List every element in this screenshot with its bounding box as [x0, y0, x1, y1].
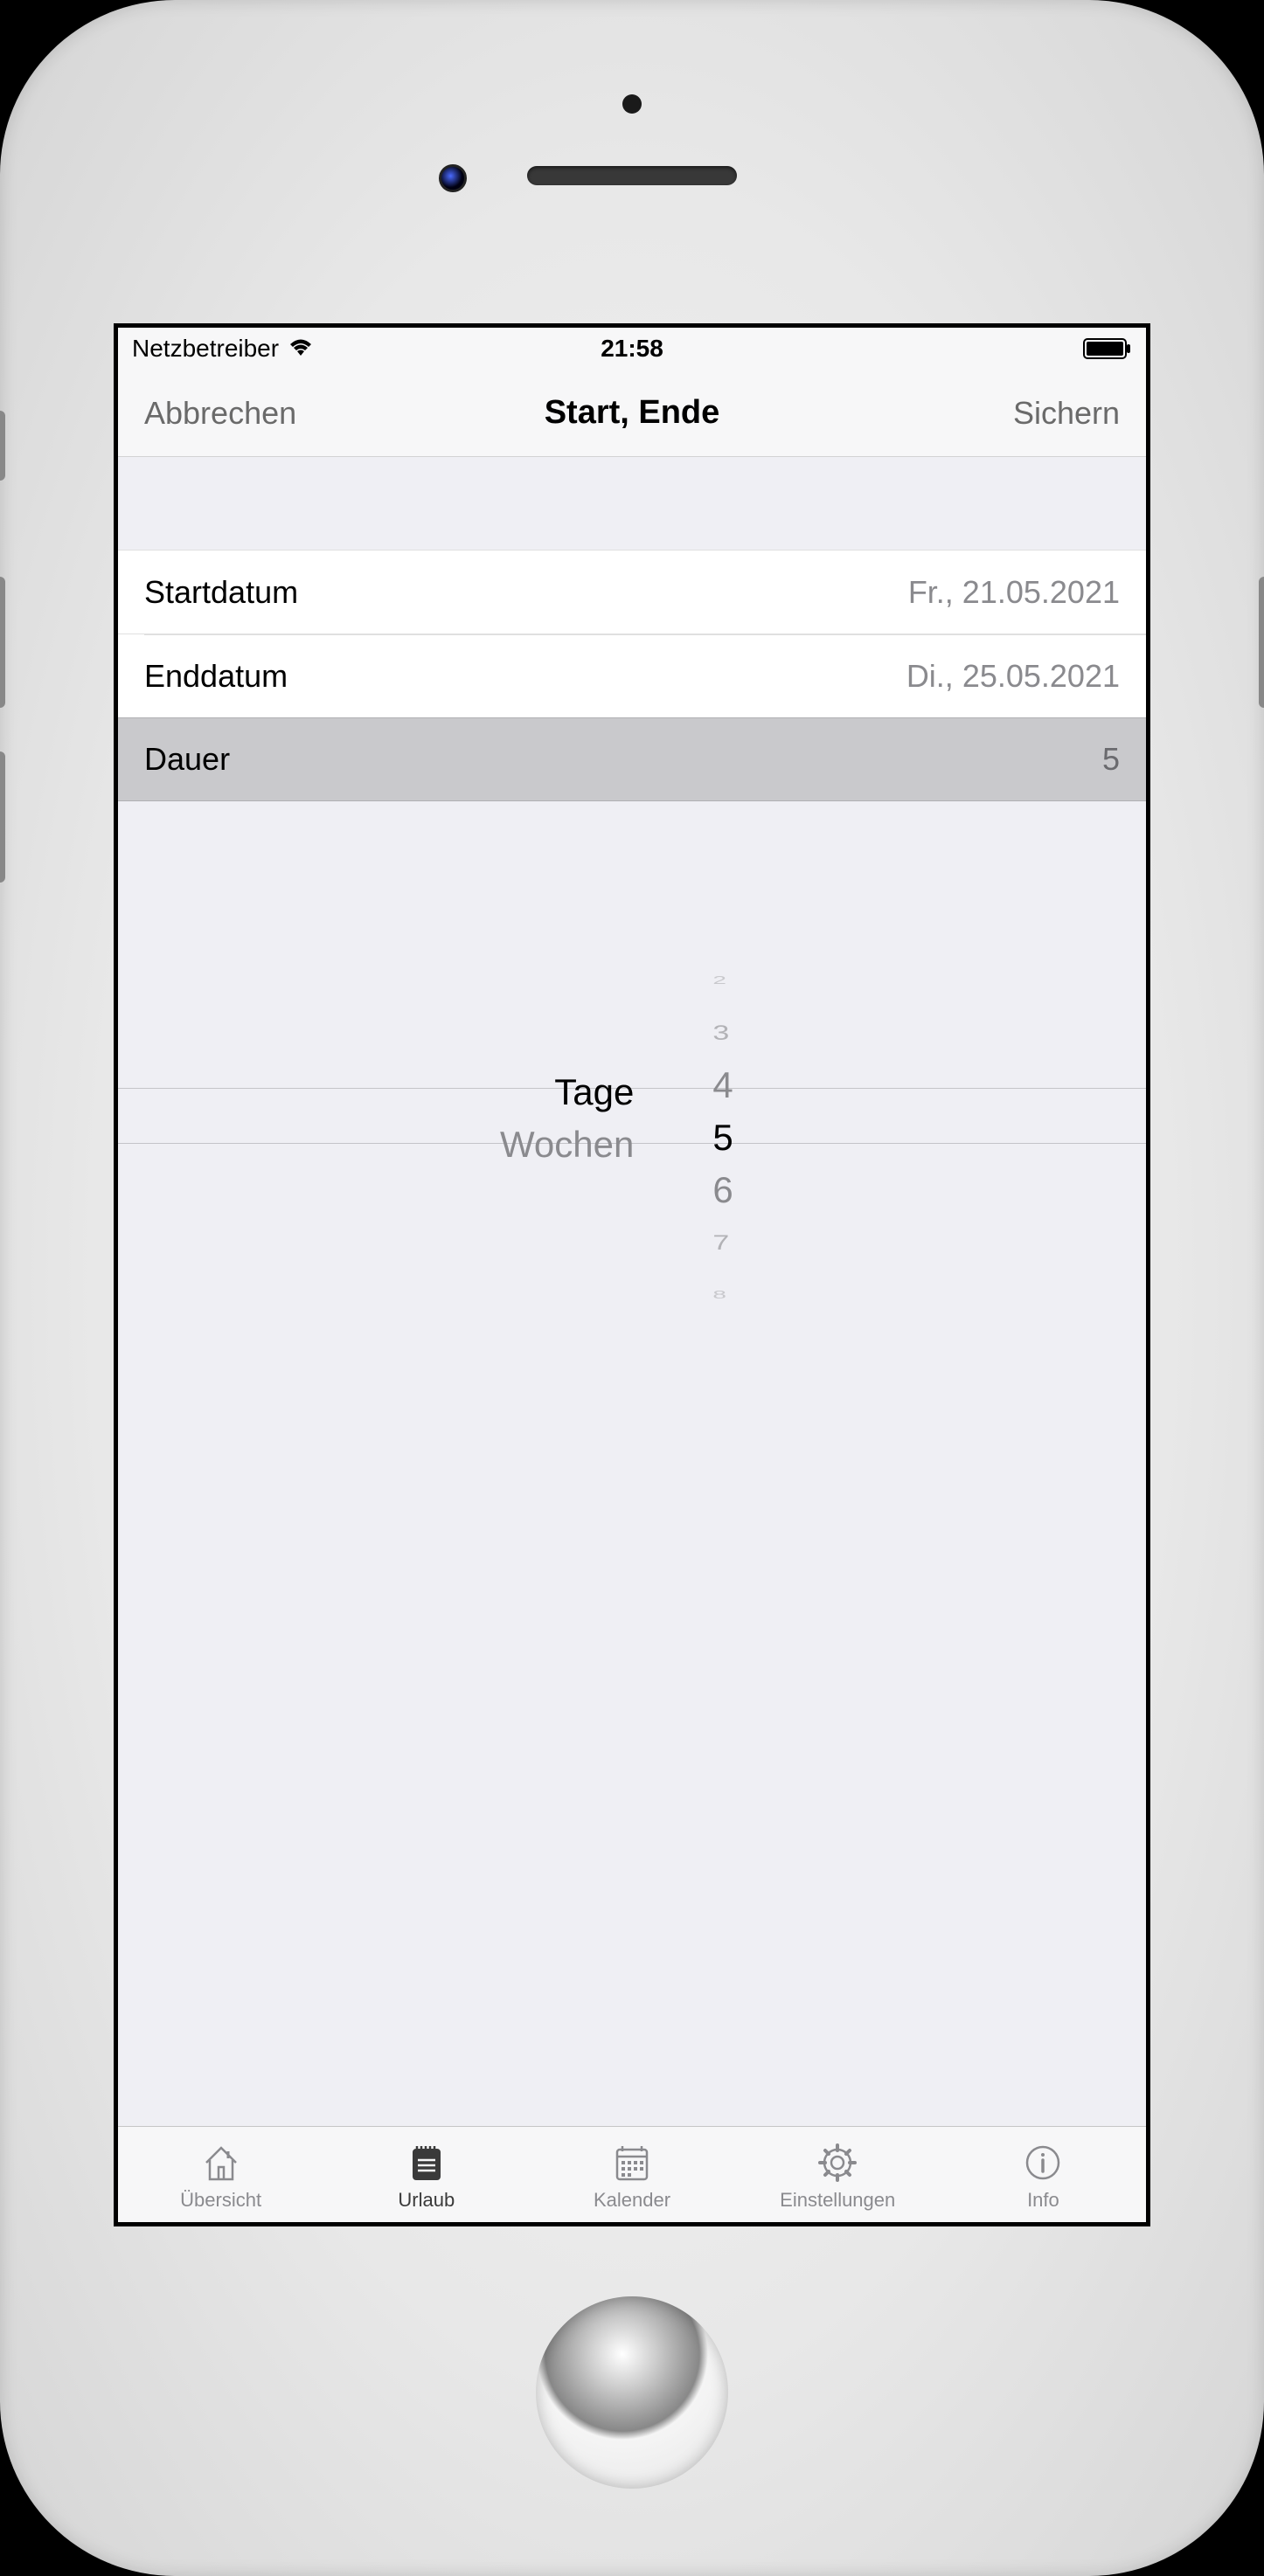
info-icon [1018, 2138, 1067, 2187]
gear-icon [813, 2138, 862, 2187]
side-button [0, 751, 5, 883]
nav-bar: Abbrechen Start, Ende Sichern [118, 370, 1146, 457]
tab-calendar[interactable]: Kalender [529, 2127, 734, 2222]
picker-number-option[interactable]: 2 [712, 969, 726, 993]
tab-label: Übersicht [180, 2189, 261, 2212]
device-frame: Netzbetreiber 21:58 Abbrechen Start, End… [0, 0, 1264, 2576]
start-date-value: Fr., 21.05.2021 [908, 574, 1120, 611]
duration-picker[interactable]: Tage Wochen 2 3 4 5 6 7 8 [118, 950, 1146, 1282]
tab-overview[interactable]: Übersicht [118, 2127, 323, 2222]
tab-label: Kalender [594, 2189, 670, 2212]
screen: Netzbetreiber 21:58 Abbrechen Start, End… [114, 323, 1150, 2226]
tab-label: Urlaub [398, 2189, 455, 2212]
tab-bar: Übersicht Urlaub Kalender Einstellungen [118, 2126, 1146, 2222]
duration-value: 5 [1102, 741, 1120, 778]
status-bar: Netzbetreiber 21:58 [118, 328, 1146, 370]
earpiece-speaker [527, 166, 737, 185]
picker-number-selected[interactable]: 5 [712, 1111, 733, 1164]
picker-unit-option[interactable]: Wochen [500, 1118, 634, 1171]
tab-settings[interactable]: Einstellungen [735, 2127, 941, 2222]
end-date-label: Enddatum [144, 658, 288, 695]
picker-unit-selected[interactable]: Tage [554, 1066, 634, 1118]
tab-info[interactable]: Info [941, 2127, 1146, 2222]
picker-number-option[interactable]: 7 [712, 1224, 729, 1261]
tab-label: Einstellungen [780, 2189, 895, 2212]
side-button [1259, 577, 1264, 708]
end-date-row[interactable]: Enddatum Di., 25.05.2021 [118, 634, 1146, 717]
picker-unit-column[interactable]: Tage Wochen [118, 950, 704, 1282]
duration-row[interactable]: Dauer 5 [118, 717, 1146, 801]
sensor-dot [622, 94, 642, 114]
home-button[interactable] [536, 2296, 728, 2489]
start-date-label: Startdatum [144, 574, 298, 611]
duration-label: Dauer [144, 741, 230, 778]
picker-number-option[interactable]: 6 [712, 1164, 733, 1216]
picker-number-option[interactable]: 3 [712, 1014, 729, 1051]
side-button [0, 411, 5, 481]
picker-number-option[interactable]: 4 [712, 1059, 733, 1111]
calendar-icon [608, 2138, 656, 2187]
picker-number-column[interactable]: 2 3 4 5 6 7 8 [704, 950, 1146, 1282]
page-title: Start, Ende [469, 394, 795, 432]
content-area: Startdatum Fr., 21.05.2021 Enddatum Di.,… [118, 457, 1146, 2126]
status-time: 21:58 [118, 335, 1146, 363]
end-date-value: Di., 25.05.2021 [906, 658, 1120, 695]
side-button [0, 577, 5, 708]
front-camera [439, 164, 467, 192]
start-date-row[interactable]: Startdatum Fr., 21.05.2021 [118, 550, 1146, 634]
house-icon [197, 2138, 246, 2187]
tab-vacation[interactable]: Urlaub [323, 2127, 529, 2222]
save-button[interactable]: Sichern [795, 395, 1120, 432]
notepad-icon [402, 2138, 451, 2187]
picker-number-option[interactable]: 8 [712, 1284, 726, 1307]
cancel-button[interactable]: Abbrechen [144, 395, 469, 432]
tab-label: Info [1027, 2189, 1059, 2212]
